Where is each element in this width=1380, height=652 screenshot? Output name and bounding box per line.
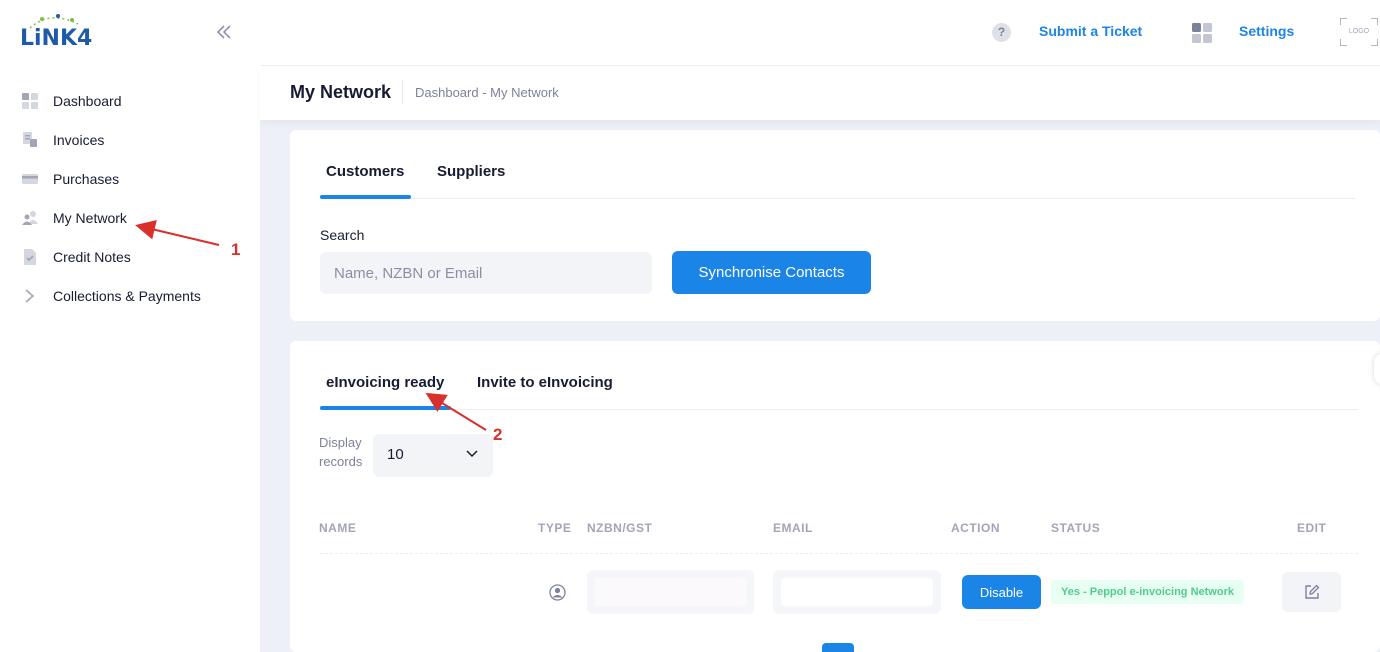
company-logo-placeholder[interactable]: LOGO (1340, 18, 1378, 46)
arrow-right-icon (22, 288, 38, 304)
display-records-label: Display records (319, 433, 362, 471)
search-input[interactable] (320, 252, 652, 294)
einvoicing-card: eInvoicing ready Invite to eInvoicing Di… (290, 341, 1380, 652)
sidebar-item-collections-payments[interactable]: Collections & Payments (0, 276, 260, 315)
subheader: My Network Dashboard - My Network (260, 66, 1380, 120)
sidebar-item-label: Invoices (53, 131, 105, 148)
dashboard-icon (22, 92, 38, 109)
sidebar-nav: Dashboard Invoices Purchases My Network … (0, 81, 260, 315)
settings-link[interactable]: Settings (1239, 23, 1294, 39)
sidebar-item-invoices[interactable]: Invoices (0, 120, 260, 159)
network-users-icon (22, 210, 38, 226)
chevron-down-icon (466, 450, 478, 458)
active-tab-indicator (320, 406, 451, 410)
apps-icon[interactable] (1192, 23, 1212, 43)
invoices-icon (22, 131, 38, 148)
annotation-marker-2: 2 (493, 425, 503, 444)
credit-card-icon (22, 171, 38, 187)
scroll-top-button[interactable] (1374, 353, 1380, 385)
sidebar: LiNK4 Dashboard Invoices Purchases My Ne… (0, 0, 260, 652)
tabs-divider (320, 409, 1358, 410)
sidebar-item-purchases[interactable]: Purchases (0, 159, 260, 198)
tabs-divider (320, 198, 1356, 199)
display-records-select[interactable]: 10 (373, 434, 493, 477)
column-header-type[interactable]: TYPE (538, 521, 571, 535)
pagination-page-button[interactable] (822, 643, 854, 652)
sidebar-item-label: My Network (53, 209, 127, 226)
email-value (781, 578, 933, 606)
sidebar-item-dashboard[interactable]: Dashboard (0, 81, 260, 120)
display-label-line: records (319, 454, 363, 469)
sidebar-item-label: Collections & Payments (53, 287, 201, 304)
app-logo[interactable]: LiNK4 (20, 14, 100, 54)
submit-ticket-link[interactable]: Submit a Ticket (1039, 23, 1142, 39)
help-icon[interactable]: ? (992, 23, 1011, 42)
title-divider (402, 80, 403, 104)
column-header-name[interactable]: NAME (319, 521, 356, 535)
tab-customers[interactable]: Customers (326, 163, 404, 180)
edit-icon (1305, 584, 1320, 599)
breadcrumb: Dashboard - My Network (415, 85, 559, 100)
tab-invite-to-einvoicing[interactable]: Invite to eInvoicing (477, 374, 613, 391)
synchronise-contacts-button[interactable]: Synchronise Contacts (672, 251, 871, 294)
nzbn-field[interactable] (587, 570, 754, 614)
email-field[interactable] (773, 570, 941, 614)
document-check-icon (22, 248, 38, 265)
status-badge: Yes - Peppol e-invoicing Network (1051, 580, 1244, 604)
tab-einvoicing-ready[interactable]: eInvoicing ready (326, 374, 444, 391)
display-label-line: Display (319, 435, 362, 450)
column-header-status[interactable]: STATUS (1051, 521, 1100, 535)
sidebar-item-label: Dashboard (53, 92, 122, 109)
nzbn-value (595, 578, 746, 606)
edit-button[interactable] (1282, 572, 1341, 612)
page-title: My Network (290, 82, 392, 102)
user-circle-icon (549, 584, 566, 601)
column-header-nzbn-gst[interactable]: NZBN/GST (587, 521, 652, 535)
disable-button[interactable]: Disable (962, 575, 1041, 609)
logo-placeholder-text: LOGO (1348, 28, 1370, 35)
annotation-marker-1: 1 (231, 240, 241, 259)
column-header-email[interactable]: EMAIL (773, 521, 813, 535)
column-header-action: ACTION (951, 521, 1000, 535)
tab-suppliers[interactable]: Suppliers (437, 163, 505, 180)
logo-text: LiNK4 (20, 26, 93, 51)
top-header: ? Submit a Ticket Settings LOGO (260, 0, 1380, 66)
sidebar-item-label: Credit Notes (53, 248, 131, 265)
contacts-card: Customers Suppliers Search Synchronise C… (290, 130, 1380, 321)
active-tab-indicator (320, 195, 411, 199)
sidebar-item-credit-notes[interactable]: Credit Notes (0, 237, 260, 276)
sidebar-item-label: Purchases (53, 170, 120, 187)
display-records-value: 10 (387, 446, 404, 463)
collapse-sidebar-icon[interactable] (214, 22, 234, 42)
column-header-edit: EDIT (1297, 521, 1327, 535)
sidebar-item-my-network[interactable]: My Network (0, 198, 260, 237)
search-label: Search (320, 227, 365, 243)
table-header-divider (320, 553, 1358, 554)
